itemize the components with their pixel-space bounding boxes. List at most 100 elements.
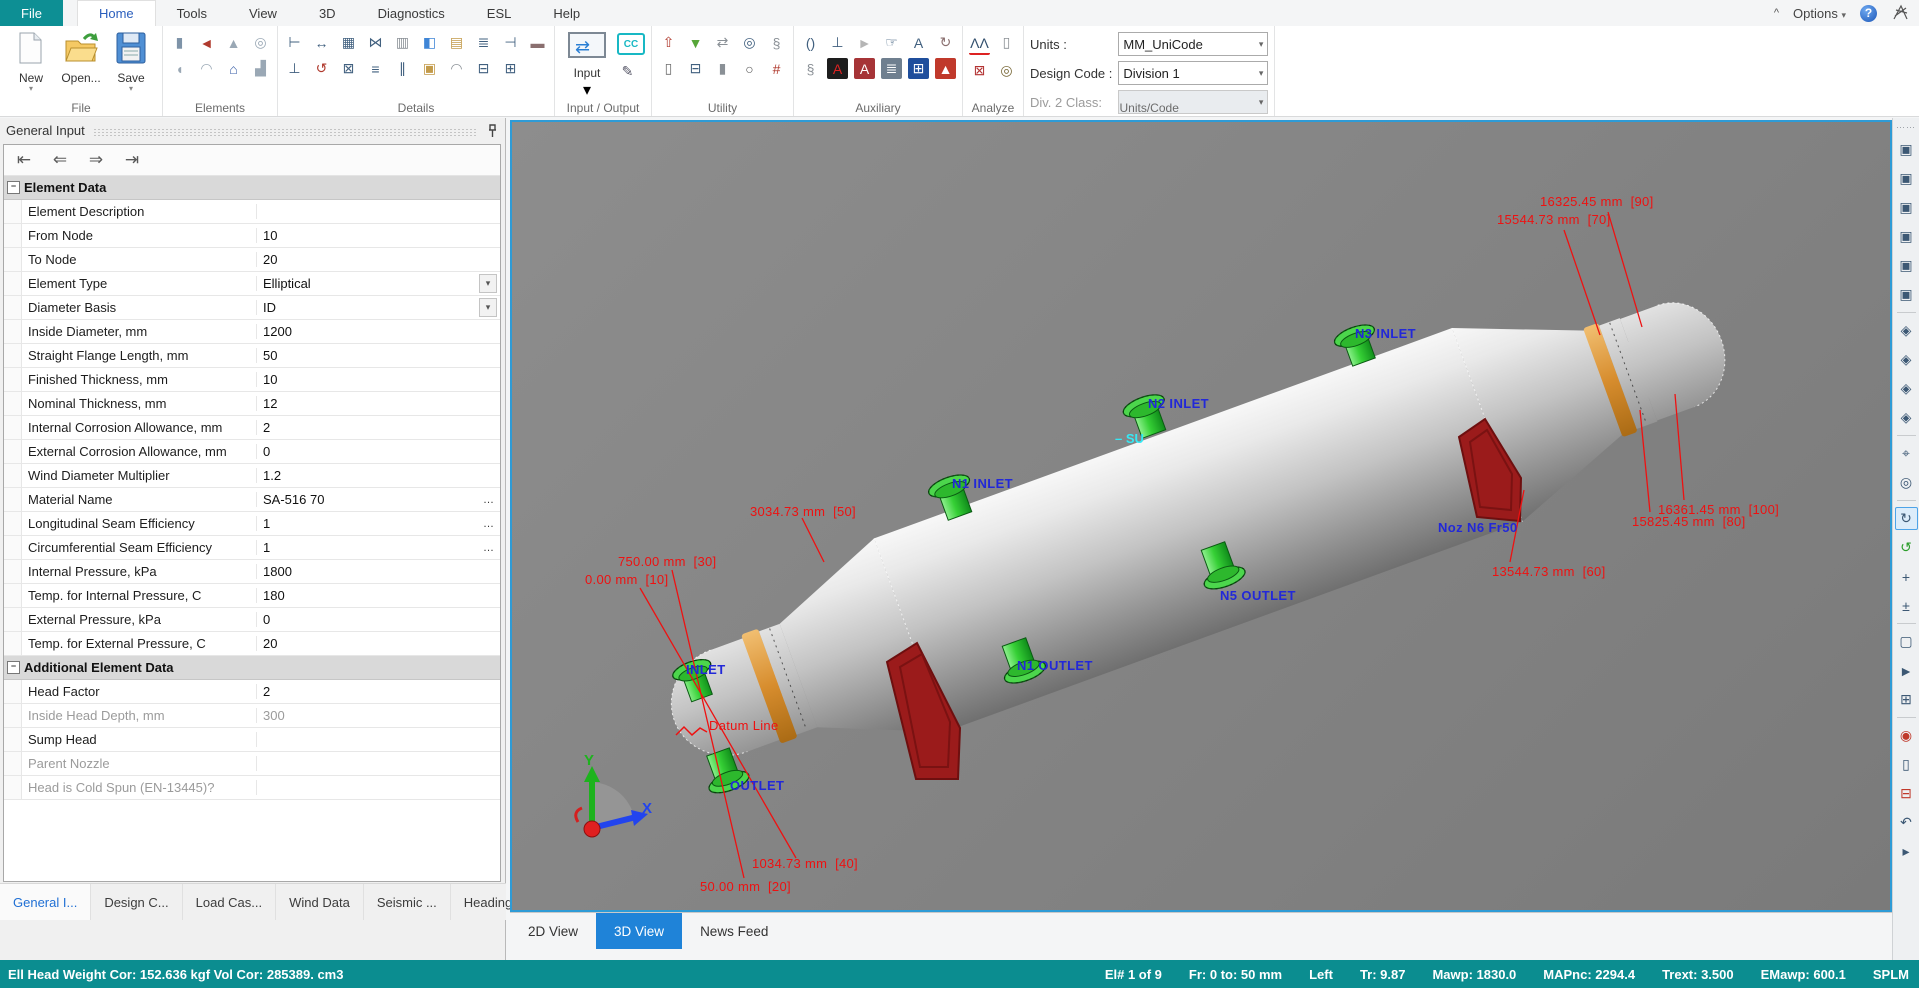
ring-detail-icon[interactable]: ▤ (446, 32, 467, 53)
baseplate-icon[interactable]: ⊥ (827, 32, 848, 53)
ruler-tower-icon[interactable]: A (908, 32, 929, 53)
row-value[interactable]: 180 (257, 588, 500, 603)
input-tab-loadcas[interactable]: Load Cas... (183, 884, 277, 920)
options-menu[interactable]: Options ▾ (1793, 6, 1846, 21)
renumber-icon[interactable]: # (766, 58, 787, 79)
row-value[interactable]: 10 (257, 372, 500, 387)
row-value[interactable]: SA-516 70… (257, 491, 500, 508)
view-cube-iso-icon[interactable]: ▣ (1895, 138, 1918, 161)
zoom-extents-icon[interactable]: ⌖ (1895, 442, 1918, 465)
view-cube-front-icon[interactable]: ▣ (1895, 167, 1918, 190)
basering-detail-icon[interactable]: ⊥ (284, 58, 305, 79)
view-diamond-sw-icon[interactable]: ◈ (1895, 406, 1918, 429)
clip-detail-icon[interactable]: ⊣ (500, 32, 521, 53)
input-tab-designc[interactable]: Design C... (91, 884, 182, 920)
row-value[interactable]: 1200 (257, 324, 500, 339)
menu-tab-tools[interactable]: Tools (156, 0, 228, 26)
half-pipe-icon[interactable]: ▼ (685, 32, 706, 53)
menu-tab-file[interactable]: File (0, 0, 63, 26)
input-button[interactable]: ⇄Input▾ (561, 29, 613, 100)
row-value[interactable]: 1.2 (257, 468, 500, 483)
view-tab-2d-view[interactable]: 2D View (510, 913, 596, 949)
vessel-axes-icon[interactable]: ⊞ (1895, 688, 1918, 711)
lug-detail-icon[interactable]: ◠ (446, 58, 467, 79)
prev-element-button[interactable]: ⇐ (48, 150, 72, 170)
units-dropdown[interactable]: MM_UniCode▾ (1118, 32, 1268, 56)
view-diamond-ne-icon[interactable]: ◈ (1895, 319, 1918, 342)
pan-view-icon[interactable]: + (1895, 565, 1918, 588)
view-cube-left-icon[interactable]: ▣ (1895, 225, 1918, 248)
insert-element-icon[interactable]: ⇧ (658, 32, 679, 53)
elliptical-head-element-icon[interactable]: ◖ (169, 58, 190, 79)
list-report-icon[interactable]: ≣ (881, 58, 902, 79)
menu-tab-diagnostics[interactable]: Diagnostics (357, 0, 466, 26)
pdf-icon[interactable]: ▲ (935, 58, 956, 79)
first-element-button[interactable]: ⇤ (12, 150, 36, 170)
row-value[interactable]: 2 (257, 420, 500, 435)
flip-element-icon[interactable]: ⇄ (712, 32, 733, 53)
row-value[interactable]: 12 (257, 396, 500, 411)
row-value[interactable]: 1… (257, 539, 500, 556)
collapse-icon[interactable]: − (7, 661, 20, 674)
row-ellipsis-button[interactable]: … (481, 539, 497, 556)
scroll-report-icon[interactable]: § (800, 58, 821, 79)
hook-utility-icon[interactable]: § (766, 32, 787, 53)
brace-detail-icon[interactable]: ⊠ (338, 58, 359, 79)
open-button[interactable]: Open... (56, 29, 106, 86)
pin-icon[interactable] (486, 124, 499, 138)
row-value[interactable]: Elliptical▾ (257, 274, 500, 293)
menu-tab-3d[interactable]: 3D (298, 0, 357, 26)
3d-viewport[interactable]: 16325.45 mm [90]15544.73 mm [70]16361.45… (510, 120, 1892, 912)
design-code-dropdown[interactable]: Division 1▾ (1118, 61, 1268, 85)
select-ellipse-icon[interactable]: ○ (739, 58, 760, 79)
row-value[interactable]: 10 (257, 228, 500, 243)
skirt-element-icon[interactable]: ▟ (250, 58, 271, 79)
leg-detail-icon[interactable]: ⊢ (284, 32, 305, 53)
vessel-utility-icon[interactable]: ▮ (712, 58, 733, 79)
menu-tab-esl[interactable]: ESL (466, 0, 533, 26)
row-ellipsis-button[interactable]: … (481, 515, 497, 532)
row-value[interactable]: 0 (257, 444, 500, 459)
view-diamond-nw-icon[interactable]: ◈ (1895, 348, 1918, 371)
menu-tab-home[interactable]: Home (77, 0, 156, 26)
cylinder-element-icon[interactable]: ▮ (169, 32, 190, 53)
spherical-head-element-icon[interactable]: ◠ (196, 58, 217, 79)
view-cube-top-icon[interactable]: ▣ (1895, 283, 1918, 306)
row-value[interactable]: 20 (257, 252, 500, 267)
clip-cube-icon[interactable]: ◉ (1895, 724, 1918, 747)
help-icon[interactable]: ? (1860, 5, 1877, 22)
tray-detail-icon[interactable]: ▦ (338, 32, 359, 53)
view-cube-right-icon[interactable]: ▣ (1895, 254, 1918, 277)
row-ellipsis-button[interactable]: … (481, 491, 497, 508)
input-tab-seismic[interactable]: Seismic ... (364, 884, 451, 920)
access-icon[interactable]: A (854, 58, 875, 79)
platform-detail-icon[interactable]: ↔ (311, 32, 332, 53)
saddle-detail-icon[interactable]: ⋈ (365, 32, 386, 53)
input-tab-winddata[interactable]: Wind Data (276, 884, 364, 920)
restart-icon[interactable]: ↻ (935, 32, 956, 53)
lining-detail-icon[interactable]: ▥ (392, 32, 413, 53)
pointer-gray-icon[interactable]: ► (854, 32, 875, 53)
weight-detail-icon[interactable]: ▬ (527, 32, 548, 53)
select-window-icon[interactable]: ▢ (1895, 630, 1918, 653)
autocad-icon[interactable]: A (827, 58, 848, 79)
view-tab-3d-view[interactable]: 3D View (596, 913, 682, 949)
split-vessel-icon[interactable]: ⊟ (685, 58, 706, 79)
last-element-button[interactable]: ⇥ (120, 150, 144, 170)
menu-tab-view[interactable]: View (228, 0, 298, 26)
packing-detail-icon[interactable]: ≡ (365, 58, 386, 79)
collapse-icon[interactable]: − (7, 181, 20, 194)
hide-flange-icon[interactable]: ⊟ (1895, 782, 1918, 805)
arch-element-icon[interactable]: ⌂ (223, 58, 244, 79)
design-code-dropdown-caret-icon[interactable]: ▾ (1259, 68, 1264, 79)
hand-pick-icon[interactable]: ☞ (881, 32, 902, 53)
row-value[interactable]: ID▾ (257, 298, 500, 317)
save-button-dropdown[interactable]: ▾ (129, 86, 133, 92)
liquid-detail-icon[interactable]: ◧ (419, 32, 440, 53)
run-analysis-icon[interactable]: ΛΛ (969, 32, 990, 55)
row-dropdown-icon[interactable]: ▾ (479, 274, 497, 293)
row-value[interactable]: 50 (257, 348, 500, 363)
new-button[interactable]: New▾ (6, 29, 56, 92)
input-dropdown[interactable]: ▾ (583, 80, 591, 100)
cone-element-icon[interactable]: ▲ (223, 32, 244, 53)
